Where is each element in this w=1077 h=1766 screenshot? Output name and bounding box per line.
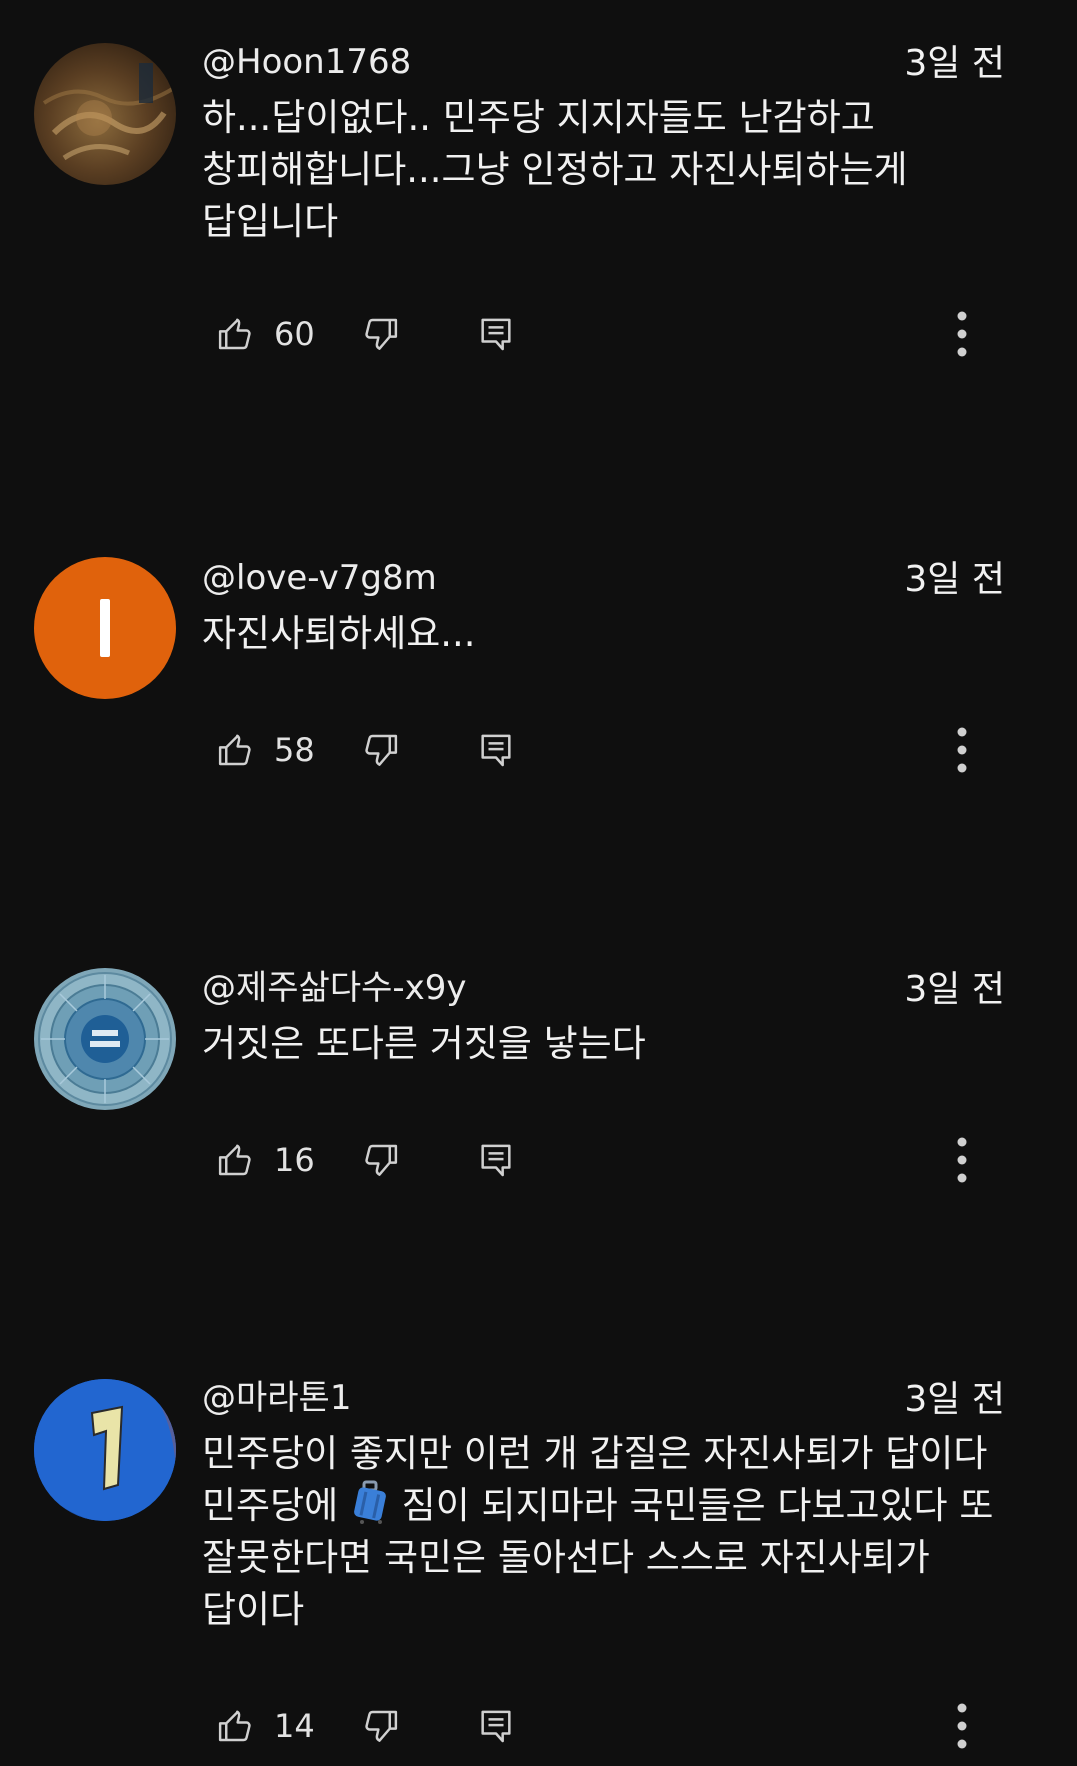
comment-time: 3일 전 <box>904 43 1005 84</box>
thumbs-up-icon <box>218 1144 251 1176</box>
comment-author[interactable]: @마라톤1 <box>202 1376 351 1420</box>
like-button[interactable] <box>214 1130 256 1190</box>
thumbs-down-icon <box>365 318 398 350</box>
more-options-button[interactable] <box>942 1130 982 1190</box>
more-options-button[interactable] <box>942 304 982 364</box>
suitcase-icon <box>350 1480 390 1524</box>
thumbs-down-icon <box>365 1710 398 1742</box>
comment-actions: 60 <box>214 304 1034 364</box>
comment-actions: 58 <box>214 720 1034 780</box>
reply-button[interactable] <box>476 1130 516 1190</box>
comment-text: 하...답이없다.. 민주당 지지자들도 난감하고 창피해합니다...그냥 인정… <box>202 96 908 243</box>
like-button[interactable] <box>214 304 256 364</box>
comment-time: 3일 전 <box>904 969 1005 1010</box>
like-count: 60 <box>274 315 315 353</box>
thumbs-up-icon <box>218 734 251 766</box>
reply-icon <box>481 734 511 767</box>
thumbs-up-icon <box>218 318 251 350</box>
reply-button[interactable] <box>476 1696 516 1756</box>
reply-icon <box>481 318 511 351</box>
more-options-button[interactable] <box>942 720 982 780</box>
more-vertical-icon <box>957 1703 967 1749</box>
reply-icon <box>481 1710 511 1743</box>
dislike-button[interactable] <box>360 1130 402 1190</box>
like-button[interactable] <box>214 1696 256 1756</box>
dislike-button[interactable] <box>360 304 402 364</box>
reply-icon <box>481 1144 511 1177</box>
dislike-button[interactable] <box>360 720 402 780</box>
comment-text: 자진사퇴하세요... <box>202 612 476 655</box>
comment-time: 3일 전 <box>904 559 1005 600</box>
more-vertical-icon <box>957 1137 967 1183</box>
like-count: 16 <box>274 1141 315 1179</box>
avatar[interactable] <box>34 1379 176 1521</box>
comment-actions: 14 <box>214 1696 1034 1756</box>
like-button[interactable] <box>214 720 256 780</box>
like-count: 14 <box>274 1707 315 1745</box>
comment-author[interactable]: @Hoon1768 <box>202 40 411 84</box>
reply-button[interactable] <box>476 720 516 780</box>
more-vertical-icon <box>957 311 967 357</box>
comment-author[interactable]: @제주삶다수-x9y <box>202 966 467 1010</box>
comment-actions: 16 <box>214 1130 1034 1190</box>
comment-text: 민주당이 좋지만 이런 개 갑질은 자진사퇴가 답이다 민주당에 짐이 되지마라… <box>202 1428 1022 1636</box>
comment-text: 거짓은 또다른 거짓을 낳는다 <box>202 1022 646 1065</box>
comment-time: 3일 전 <box>904 1379 1005 1420</box>
comment-author[interactable]: @love-v7g8m <box>202 556 437 600</box>
reply-button[interactable] <box>476 304 516 364</box>
thumbs-down-icon <box>365 734 398 766</box>
thumbs-up-icon <box>218 1710 251 1742</box>
dislike-button[interactable] <box>360 1696 402 1756</box>
avatar[interactable] <box>34 43 176 185</box>
avatar[interactable] <box>34 968 176 1110</box>
like-count: 58 <box>274 731 315 769</box>
more-options-button[interactable] <box>942 1696 982 1756</box>
thumbs-down-icon <box>365 1144 398 1176</box>
avatar[interactable] <box>34 557 176 699</box>
more-vertical-icon <box>957 727 967 773</box>
